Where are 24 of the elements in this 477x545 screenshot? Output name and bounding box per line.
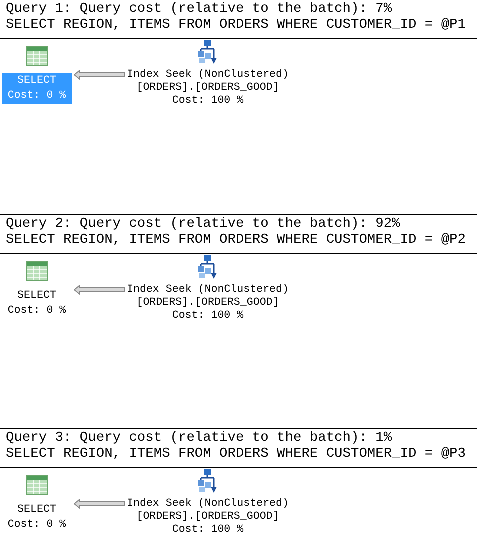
query-statement: SELECT REGION, ITEMS FROM ORDERS WHERE CUSTOMER_ID = @P2 [6,233,467,249]
index-object-name: [ORDERS].[ORDERS_GOOD] [136,511,280,523]
index-seek-icon [196,254,220,280]
query-cost-header: Query 1: Query cost (relative to the batch): 7% [6,2,394,18]
table-icon [26,46,48,66]
index-object-name: [ORDERS].[ORDERS_GOOD] [136,297,280,309]
query-statement: SELECT REGION, ITEMS FROM ORDERS WHERE CUSTOMER_ID = @P3 [6,447,467,463]
query-cost-header: Query 2: Query cost (relative to the batch): 92% [6,217,402,233]
operator-cost: Cost: 100 % [172,95,244,107]
table-icon [26,261,48,281]
operator-name: Index Seek (NonClustered) [127,284,289,296]
index-seek-icon [196,39,220,65]
flow-arrow [74,70,125,80]
table-icon [26,475,48,495]
index-seek-icon [196,468,220,494]
query-statement: SELECT REGION, ITEMS FROM ORDERS WHERE CUSTOMER_ID = @P1 [6,18,467,34]
operator-name: Index Seek (NonClustered) [127,69,289,81]
flow-arrow [74,285,125,295]
query-cost-header: Query 3: Query cost (relative to the batch): 1% [6,431,394,447]
operator-name: Index Seek (NonClustered) [127,498,289,510]
operator-cost: Cost: 100 % [172,310,244,322]
operator-cost: Cost: 100 % [172,524,244,536]
flow-arrow [74,499,125,509]
index-object-name: [ORDERS].[ORDERS_GOOD] [136,82,280,94]
